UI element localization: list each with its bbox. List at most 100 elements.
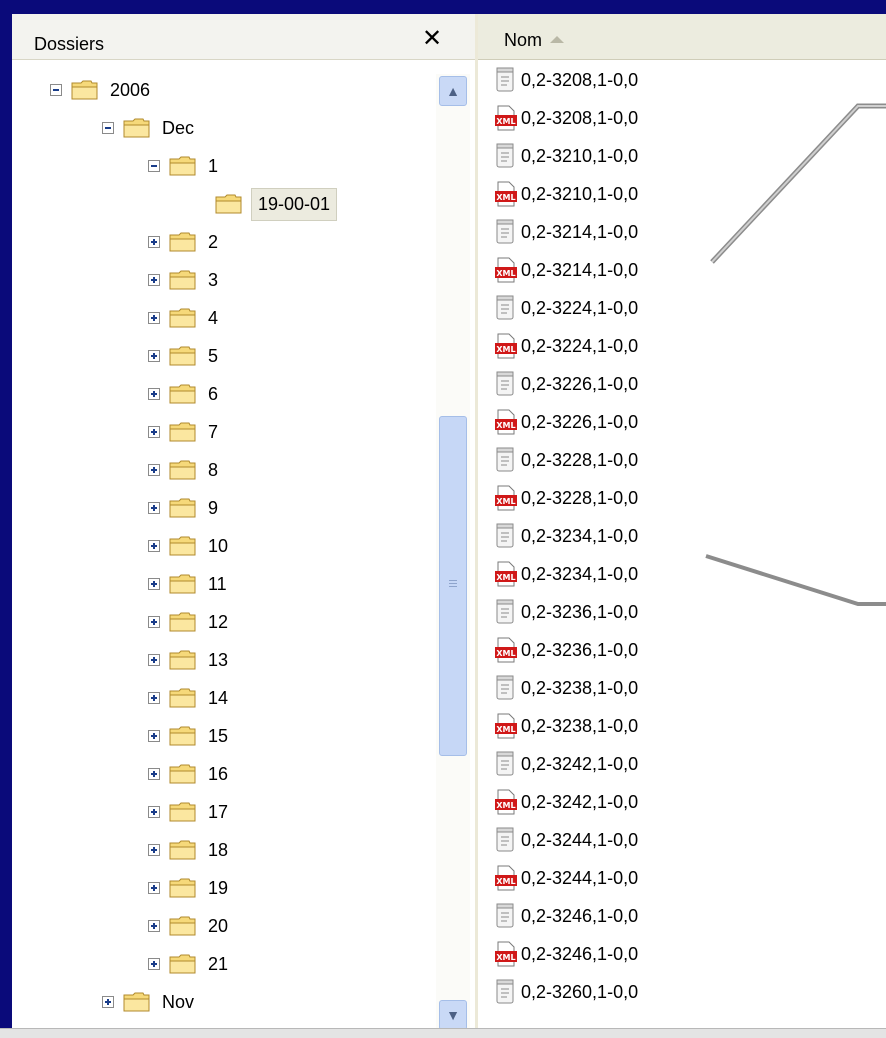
tree-item-label: 5 — [208, 345, 219, 366]
files-column-header: Nom — [478, 14, 886, 60]
xml-file-icon: XML — [494, 712, 518, 740]
file-list-item[interactable]: 0,2-3214,1-0,0 — [494, 214, 638, 250]
close-pane-button[interactable]: ✕ — [422, 24, 442, 53]
file-list-item[interactable]: 0,2-3228,1-0,0 — [494, 442, 638, 478]
expand-icon[interactable] — [148, 426, 160, 438]
collapse-icon[interactable] — [148, 160, 160, 172]
tree-item-label: 9 — [208, 497, 219, 518]
file-list-item[interactable]: XML 0,2-3238,1-0,0 — [494, 708, 638, 744]
status-bar — [0, 1028, 886, 1038]
file-list-item[interactable]: 0,2-3242,1-0,0 — [494, 746, 638, 782]
expand-icon[interactable] — [148, 540, 160, 552]
tree-item[interactable]: 8 — [148, 452, 221, 488]
expand-icon[interactable] — [102, 996, 114, 1008]
svg-text:XML: XML — [496, 573, 515, 582]
tree-item[interactable]: 20 — [148, 908, 231, 944]
file-name: 0,2-3246,1-0,0 — [521, 943, 639, 964]
file-list-item[interactable]: 0,2-3236,1-0,0 — [494, 594, 638, 630]
folder-icon — [169, 421, 197, 443]
tree-item[interactable]: 14 — [148, 680, 231, 716]
tree-item[interactable]: 12 — [148, 604, 231, 640]
expand-icon[interactable] — [148, 806, 160, 818]
folders-pane-title: Dossiers — [34, 34, 105, 54]
xml-file-icon: XML — [494, 408, 518, 436]
file-list-item[interactable]: XML 0,2-3228,1-0,0 — [494, 480, 638, 516]
file-list-item[interactable]: XML 0,2-3224,1-0,0 — [494, 328, 638, 364]
expand-icon[interactable] — [148, 312, 160, 324]
tree-item[interactable]: 6 — [148, 376, 221, 412]
file-list-item[interactable]: XML 0,2-3236,1-0,0 — [494, 632, 638, 668]
scroll-up-button[interactable]: ▲ — [439, 76, 467, 106]
folder-icon — [169, 573, 197, 595]
expand-icon[interactable] — [148, 730, 160, 742]
expand-icon[interactable] — [148, 502, 160, 514]
file-list-item[interactable]: XML 0,2-3244,1-0,0 — [494, 860, 638, 896]
expand-icon[interactable] — [148, 464, 160, 476]
tree-item[interactable]: 19-00-01 — [194, 186, 338, 222]
expand-icon[interactable] — [148, 350, 160, 362]
file-list-item[interactable]: 0,2-3224,1-0,0 — [494, 290, 638, 326]
name-column-header[interactable]: Nom — [504, 30, 542, 51]
tree-item[interactable]: 7 — [148, 414, 221, 450]
tree-item[interactable]: 2006 — [50, 72, 153, 108]
tree-item[interactable]: 9 — [148, 490, 221, 526]
expand-icon[interactable] — [148, 768, 160, 780]
file-list-item[interactable]: 0,2-3244,1-0,0 — [494, 822, 638, 858]
xml-file-icon: XML — [494, 104, 518, 132]
file-list-item[interactable]: XML 0,2-3226,1-0,0 — [494, 404, 638, 440]
expand-icon[interactable] — [148, 236, 160, 248]
svg-text:XML: XML — [496, 345, 515, 354]
vertical-scrollbar[interactable]: ▲ ▼ — [436, 74, 470, 1028]
tree-item[interactable]: 19 — [148, 870, 231, 906]
tree-item[interactable]: 1 — [148, 148, 221, 184]
tree-item[interactable]: 17 — [148, 794, 231, 830]
tree-item[interactable]: Nov — [102, 984, 197, 1020]
svg-text:XML: XML — [496, 193, 515, 202]
file-list-item[interactable]: 0,2-3246,1-0,0 — [494, 898, 638, 934]
file-list-item[interactable]: 0,2-3226,1-0,0 — [494, 366, 638, 402]
file-list-item[interactable]: 0,2-3238,1-0,0 — [494, 670, 638, 706]
expand-icon[interactable] — [148, 920, 160, 932]
expand-icon[interactable] — [148, 616, 160, 628]
collapse-icon[interactable] — [102, 122, 114, 134]
tree-item[interactable]: 21 — [148, 946, 231, 982]
collapse-icon[interactable] — [50, 84, 62, 96]
file-name: 0,2-3226,1-0,0 — [521, 373, 639, 394]
tree-item[interactable]: Dec — [102, 110, 197, 146]
tree-item[interactable]: 5 — [148, 338, 221, 374]
file-list-item[interactable]: 0,2-3260,1-0,0 — [494, 974, 638, 1010]
tree-item[interactable]: 10 — [148, 528, 231, 564]
file-list-item[interactable]: 0,2-3208,1-0,0 — [494, 62, 638, 98]
expand-icon[interactable] — [148, 578, 160, 590]
text-file-icon — [494, 66, 518, 94]
tree-item-label: Nov — [162, 991, 195, 1012]
expand-icon[interactable] — [148, 882, 160, 894]
expand-icon[interactable] — [148, 274, 160, 286]
tree-item[interactable]: 3 — [148, 262, 221, 298]
tree-item[interactable]: 16 — [148, 756, 231, 792]
file-name: 0,2-3224,1-0,0 — [521, 297, 639, 318]
tree-item[interactable]: 13 — [148, 642, 231, 678]
expand-icon[interactable] — [148, 692, 160, 704]
file-list-item[interactable]: 0,2-3234,1-0,0 — [494, 518, 638, 554]
file-name: 0,2-3242,1-0,0 — [521, 791, 639, 812]
file-list-item[interactable]: XML 0,2-3210,1-0,0 — [494, 176, 638, 212]
file-list-item[interactable]: XML 0,2-3214,1-0,0 — [494, 252, 638, 288]
tree-item[interactable]: 15 — [148, 718, 231, 754]
tree-item[interactable]: 18 — [148, 832, 231, 868]
tree-item[interactable]: 4 — [148, 300, 221, 336]
scroll-down-button[interactable]: ▼ — [439, 1000, 467, 1028]
scroll-thumb[interactable] — [439, 416, 467, 756]
file-list-item[interactable]: XML 0,2-3242,1-0,0 — [494, 784, 638, 820]
file-list-item[interactable]: XML 0,2-3234,1-0,0 — [494, 556, 638, 592]
expand-icon[interactable] — [148, 388, 160, 400]
expand-icon[interactable] — [148, 654, 160, 666]
file-list-item[interactable]: XML 0,2-3246,1-0,0 — [494, 936, 638, 972]
expand-icon[interactable] — [148, 844, 160, 856]
file-list-item[interactable]: XML 0,2-3208,1-0,0 — [494, 100, 638, 136]
folder-icon — [71, 79, 99, 101]
tree-item[interactable]: 11 — [148, 566, 230, 602]
file-list-item[interactable]: 0,2-3210,1-0,0 — [494, 138, 638, 174]
expand-icon[interactable] — [148, 958, 160, 970]
tree-item[interactable]: 2 — [148, 224, 221, 260]
